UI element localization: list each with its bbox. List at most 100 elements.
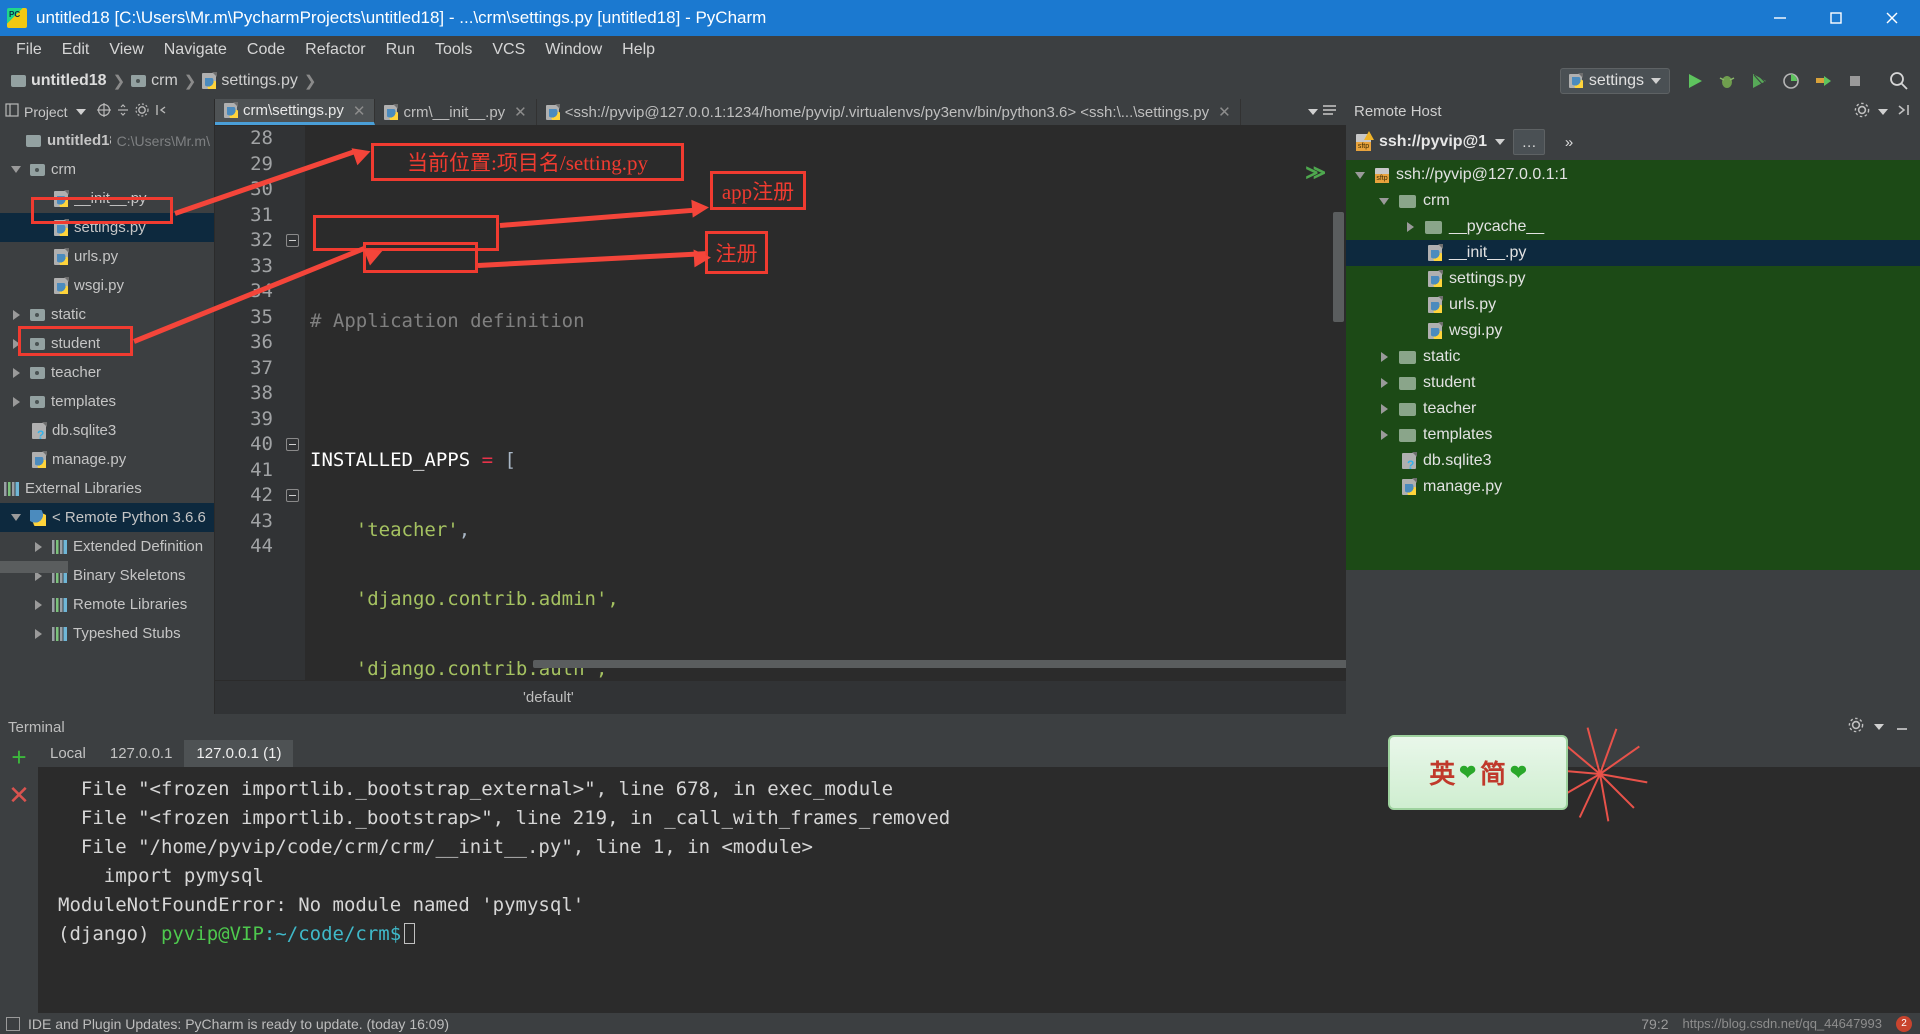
tree-item-teacher[interactable]: teacher <box>0 358 214 387</box>
tree-item-typeshed-stubs[interactable]: Typeshed Stubs <box>0 619 214 648</box>
remote-tree-item-init-py[interactable]: __init__.py <box>1346 240 1920 266</box>
settings-gear-icon[interactable] <box>1854 102 1870 122</box>
menu-edit[interactable]: Edit <box>52 39 100 61</box>
chevron-right-icon[interactable] <box>30 628 46 639</box>
minimize-icon[interactable] <box>1752 0 1808 36</box>
menu-view[interactable]: View <box>99 39 153 61</box>
tree-item-urls-py[interactable]: urls.py <box>0 242 214 271</box>
tree-item-untitled18[interactable]: untitled18 C:\Users\Mr.m\ <box>0 126 214 155</box>
attach-button[interactable] <box>1808 66 1838 96</box>
debug-button[interactable] <box>1712 66 1742 96</box>
chevron-right-icon[interactable] <box>1402 222 1418 232</box>
search-everywhere-button[interactable] <box>1884 66 1914 96</box>
remote-tree-item-settings-py[interactable]: settings.py <box>1346 266 1920 292</box>
locate-icon[interactable] <box>96 103 111 120</box>
chevron-down-icon[interactable] <box>1878 108 1888 115</box>
chevron-down-icon[interactable] <box>1874 724 1884 730</box>
stop-button[interactable] <box>1840 66 1870 96</box>
maximize-icon[interactable] <box>1808 0 1864 36</box>
tab-crm-init-py[interactable]: crm\__init__.py ✕ <box>375 99 537 125</box>
more-options-button[interactable]: … <box>1513 129 1546 155</box>
tree-item-extended-definition[interactable]: Extended Definition <box>0 532 214 561</box>
hide-panel-icon[interactable] <box>1896 102 1912 122</box>
chevron-right-icon[interactable] <box>1376 378 1392 388</box>
tree-item-crm[interactable]: crm <box>0 155 214 184</box>
code-editor[interactable]: 28 29 30 31 32 33 34 35 36 37 38 39 40 4… <box>215 126 1346 714</box>
menu-window[interactable]: Window <box>535 39 612 61</box>
chevron-right-icon[interactable] <box>8 338 24 349</box>
tab-remote-settings-py[interactable]: <ssh://pyvip@127.0.0.1:1234/home/pyvip/.… <box>537 99 1241 125</box>
tab-crm-settings-py[interactable]: crm\settings.py ✕ <box>215 99 376 125</box>
terminal-tab-local[interactable]: Local <box>38 740 98 767</box>
chevron-right-icon[interactable] <box>8 309 24 320</box>
chevron-right-icon[interactable] <box>8 396 24 407</box>
tab-list-button[interactable] <box>1300 99 1346 125</box>
chevron-right-icon[interactable] <box>1376 430 1392 440</box>
event-log-icon[interactable] <box>6 1016 20 1031</box>
tree-item-manage-py[interactable]: manage.py <box>0 445 214 474</box>
menu-help[interactable]: Help <box>612 39 665 61</box>
minimize-panel-icon[interactable] <box>1894 717 1910 737</box>
remote-tree-item-wsgi-py[interactable]: wsgi.py <box>1346 318 1920 344</box>
expand-toolbar-button[interactable]: » <box>1553 129 1585 155</box>
tree-item-db-sqlite3[interactable]: db.sqlite3 <box>0 416 214 445</box>
menu-refactor[interactable]: Refactor <box>295 39 375 61</box>
hide-panel-icon[interactable] <box>154 103 168 120</box>
caret-position[interactable]: 79:2 <box>1641 1016 1668 1032</box>
remote-connection-value[interactable]: ssh://pyvip@1 <box>1379 133 1487 151</box>
chevron-down-icon[interactable] <box>1495 139 1506 145</box>
remote-tree-item-teacher[interactable]: teacher <box>1346 396 1920 422</box>
remote-tree-item-pycache[interactable]: __pycache__ <box>1346 214 1920 240</box>
tree-item-init-py[interactable]: __init__.py <box>0 184 214 213</box>
chevron-down-icon[interactable] <box>8 514 24 521</box>
breadcrumb-item-crm[interactable]: crm <box>128 72 181 90</box>
menu-vcs[interactable]: VCS <box>482 39 535 61</box>
chevron-right-icon[interactable] <box>1376 404 1392 414</box>
inspection-ok-icon[interactable]: ≫ <box>1305 160 1326 185</box>
remote-tree-item-root[interactable]: ssh://pyvip@127.0.0.1:1 <box>1346 162 1920 188</box>
remote-tree-item-templates[interactable]: templates <box>1346 422 1920 448</box>
tree-item-wsgi-py[interactable]: wsgi.py <box>0 271 214 300</box>
tree-item-remote-libraries[interactable]: Remote Libraries <box>0 590 214 619</box>
terminal-tab-127-0-0-1[interactable]: 127.0.0.1 <box>98 740 185 767</box>
chevron-right-icon[interactable] <box>8 367 24 378</box>
tree-item-templates[interactable]: templates <box>0 387 214 416</box>
fold-marker-installed-apps-end[interactable] <box>286 438 299 451</box>
tree-item-external-libraries[interactable]: External Libraries <box>0 474 214 503</box>
profile-button[interactable] <box>1776 66 1806 96</box>
breadcrumb-item-project[interactable]: untitled18 <box>8 72 110 90</box>
menu-file[interactable]: File <box>6 39 52 61</box>
remote-tree-item-urls-py[interactable]: urls.py <box>1346 292 1920 318</box>
code-folding-gutter[interactable] <box>283 126 305 714</box>
tree-item-remote-python[interactable]: < Remote Python 3.6.6 <box>0 503 214 532</box>
remote-tree-item-db-sqlite3[interactable]: db.sqlite3 <box>1346 448 1920 474</box>
chevron-down-icon[interactable] <box>75 108 86 115</box>
editor-horizontal-scrollbar[interactable] <box>533 660 1346 668</box>
tree-item-student[interactable]: student <box>0 329 214 358</box>
status-message[interactable]: IDE and Plugin Updates: PyCharm is ready… <box>28 1016 449 1032</box>
notification-badge[interactable]: 2 <box>1896 1015 1912 1032</box>
chevron-right-icon[interactable] <box>1376 352 1392 362</box>
chevron-right-icon[interactable] <box>30 541 46 552</box>
chevron-down-icon[interactable] <box>8 166 24 173</box>
terminal-tab-127-0-0-1-1[interactable]: 127.0.0.1 (1) <box>184 740 294 767</box>
close-icon[interactable]: ✕ <box>1218 103 1231 121</box>
remote-tree-item-student[interactable]: student <box>1346 370 1920 396</box>
tree-item-static[interactable]: static <box>0 300 214 329</box>
menu-run[interactable]: Run <box>376 39 425 61</box>
editor-vertical-scrollbar[interactable] <box>1333 212 1344 322</box>
settings-gear-icon[interactable] <box>1848 717 1864 737</box>
remote-tree-item-crm[interactable]: crm <box>1346 188 1920 214</box>
project-panel-scrollbar[interactable] <box>0 561 68 573</box>
run-button[interactable] <box>1680 66 1710 96</box>
close-icon[interactable]: ✕ <box>353 102 366 120</box>
run-configuration-selector[interactable]: settings <box>1559 68 1670 94</box>
chevron-right-icon[interactable] <box>30 599 46 610</box>
remote-tree-item-static[interactable]: static <box>1346 344 1920 370</box>
menu-navigate[interactable]: Navigate <box>154 39 237 61</box>
tree-item-settings-py[interactable]: settings.py <box>0 213 214 242</box>
menu-tools[interactable]: Tools <box>425 39 482 61</box>
close-session-button[interactable]: ✕ <box>8 782 30 808</box>
close-icon[interactable] <box>1864 0 1920 36</box>
chevron-down-icon[interactable] <box>1376 197 1392 205</box>
